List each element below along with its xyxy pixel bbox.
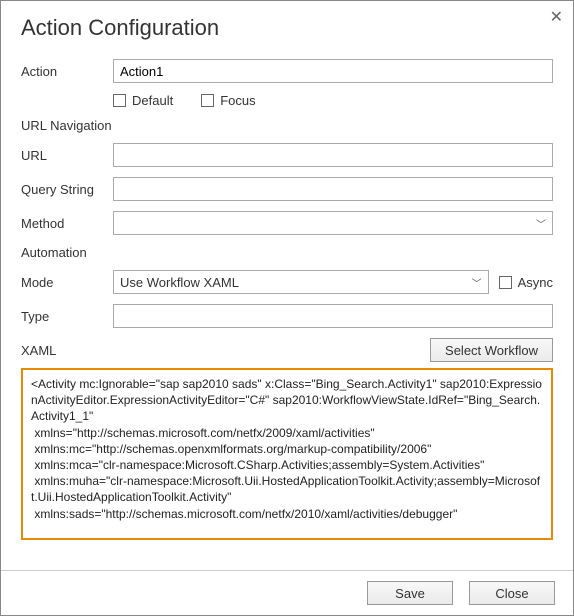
mode-selected-value: Use Workflow XAML [120, 275, 239, 290]
chevron-down-icon: ﹀ [536, 216, 546, 231]
checkbox-icon [499, 276, 512, 289]
query-string-input[interactable] [113, 177, 553, 201]
async-checkbox[interactable]: Async [499, 275, 553, 290]
url-input[interactable] [113, 143, 553, 167]
xaml-content-box[interactable]: <Activity mc:Ignorable="sap sap2010 sads… [21, 368, 553, 540]
select-workflow-button[interactable]: Select Workflow [430, 338, 553, 362]
xaml-label: XAML [21, 343, 113, 358]
focus-checkbox[interactable]: Focus [201, 93, 255, 108]
method-select[interactable]: ﹀ [113, 211, 553, 235]
checkbox-icon [113, 94, 126, 107]
type-input[interactable] [113, 304, 553, 328]
focus-checkbox-label: Focus [220, 93, 255, 108]
checkbox-icon [201, 94, 214, 107]
save-button[interactable]: Save [367, 581, 453, 605]
dialog-footer: Save Close [1, 570, 573, 615]
method-label: Method [21, 216, 113, 231]
default-checkbox-label: Default [132, 93, 173, 108]
default-checkbox[interactable]: Default [113, 93, 173, 108]
type-label: Type [21, 309, 113, 324]
url-label: URL [21, 148, 113, 163]
query-string-label: Query String [21, 182, 113, 197]
mode-label: Mode [21, 275, 113, 290]
action-input[interactable] [113, 59, 553, 83]
close-icon[interactable]: ✕ [550, 7, 563, 27]
url-navigation-section: URL Navigation [21, 118, 553, 133]
automation-section: Automation [21, 245, 553, 260]
dialog-title: Action Configuration [21, 15, 553, 41]
async-checkbox-label: Async [518, 275, 553, 290]
close-button[interactable]: Close [469, 581, 555, 605]
chevron-down-icon: ﹀ [472, 275, 482, 290]
action-label: Action [21, 64, 113, 79]
mode-select[interactable]: Use Workflow XAML ﹀ [113, 270, 489, 294]
